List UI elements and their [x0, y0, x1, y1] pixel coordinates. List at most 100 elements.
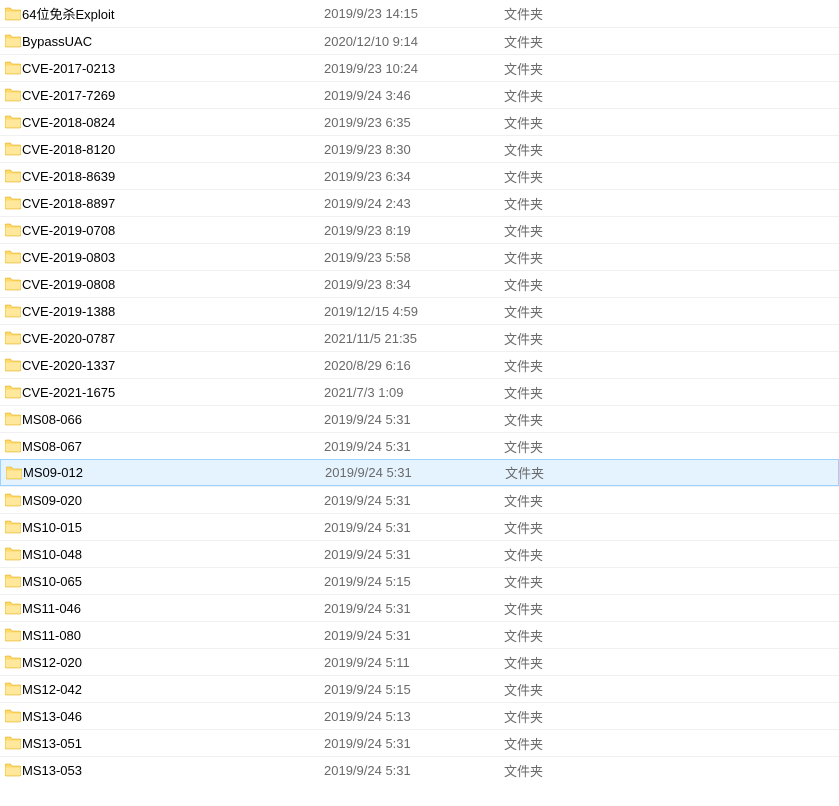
file-type: 文件夹: [504, 545, 684, 564]
file-icon-cell: [0, 169, 22, 183]
file-row[interactable]: MS09-0122019/9/24 5:31文件夹: [0, 459, 839, 486]
file-row[interactable]: BypassUAC2020/12/10 9:14文件夹: [0, 27, 839, 54]
file-date: 2019/9/23 8:30: [324, 142, 504, 157]
file-date: 2020/8/29 6:16: [324, 358, 504, 373]
file-icon-cell: [0, 763, 22, 777]
file-icon-cell: [0, 601, 22, 615]
file-name: MS11-080: [22, 628, 324, 643]
file-row[interactable]: MS13-0462019/9/24 5:13文件夹: [0, 702, 839, 729]
file-row[interactable]: CVE-2017-72692019/9/24 3:46文件夹: [0, 81, 839, 108]
file-name: CVE-2019-0708: [22, 223, 324, 238]
file-row[interactable]: 64位免杀Exploit2019/9/23 14:15文件夹: [0, 0, 839, 27]
file-icon-cell: [0, 574, 22, 588]
folder-icon: [5, 277, 21, 291]
file-icon-cell: [0, 331, 22, 345]
file-type: 文件夹: [504, 59, 684, 78]
file-date: 2019/9/24 5:31: [325, 465, 505, 480]
file-name: CVE-2019-1388: [22, 304, 324, 319]
file-row[interactable]: MS10-0482019/9/24 5:31文件夹: [0, 540, 839, 567]
file-row[interactable]: CVE-2018-08242019/9/23 6:35文件夹: [0, 108, 839, 135]
file-row[interactable]: MS12-0422019/9/24 5:15文件夹: [0, 675, 839, 702]
file-name: CVE-2021-1675: [22, 385, 324, 400]
file-name: CVE-2018-8897: [22, 196, 324, 211]
file-name: CVE-2017-0213: [22, 61, 324, 76]
file-icon-cell: [0, 223, 22, 237]
file-icon-cell: [0, 520, 22, 534]
folder-icon: [5, 574, 21, 588]
folder-icon: [5, 655, 21, 669]
file-name: MS08-067: [22, 439, 324, 454]
folder-icon: [5, 358, 21, 372]
file-row[interactable]: MS11-0462019/9/24 5:31文件夹: [0, 594, 839, 621]
file-date: 2019/9/24 5:31: [324, 763, 504, 778]
file-date: 2019/9/24 5:11: [324, 655, 504, 670]
file-date: 2021/7/3 1:09: [324, 385, 504, 400]
file-row[interactable]: MS10-0652019/9/24 5:15文件夹: [0, 567, 839, 594]
file-name: CVE-2019-0803: [22, 250, 324, 265]
file-type: 文件夹: [504, 572, 684, 591]
file-date: 2019/9/24 5:31: [324, 547, 504, 562]
file-icon-cell: [0, 385, 22, 399]
file-row[interactable]: MS12-0202019/9/24 5:11文件夹: [0, 648, 839, 675]
file-date: 2021/11/5 21:35: [324, 331, 504, 346]
file-name: MS08-066: [22, 412, 324, 427]
folder-icon: [5, 61, 21, 75]
file-type: 文件夹: [505, 463, 685, 482]
file-row[interactable]: CVE-2018-88972019/9/24 2:43文件夹: [0, 189, 839, 216]
file-row[interactable]: CVE-2019-08082019/9/23 8:34文件夹: [0, 270, 839, 297]
file-date: 2019/9/23 8:19: [324, 223, 504, 238]
file-icon-cell: [0, 34, 22, 48]
file-row[interactable]: CVE-2019-13882019/12/15 4:59文件夹: [0, 297, 839, 324]
file-date: 2019/9/24 5:31: [324, 412, 504, 427]
file-icon-cell: [0, 493, 22, 507]
file-row[interactable]: MS10-0152019/9/24 5:31文件夹: [0, 513, 839, 540]
file-icon-cell: [0, 682, 22, 696]
file-type: 文件夹: [504, 761, 684, 780]
file-type: 文件夹: [504, 518, 684, 537]
file-type: 文件夹: [504, 194, 684, 213]
file-row[interactable]: CVE-2017-02132019/9/23 10:24文件夹: [0, 54, 839, 81]
file-icon-cell: [0, 115, 22, 129]
file-row[interactable]: MS13-0532019/9/24 5:31文件夹: [0, 756, 839, 783]
folder-icon: [6, 466, 22, 480]
file-icon-cell: [0, 412, 22, 426]
folder-icon: [5, 736, 21, 750]
folder-icon: [5, 169, 21, 183]
file-type: 文件夹: [504, 275, 684, 294]
file-name: MS10-048: [22, 547, 324, 562]
file-row[interactable]: CVE-2019-08032019/9/23 5:58文件夹: [0, 243, 839, 270]
file-icon-cell: [0, 709, 22, 723]
file-type: 文件夹: [504, 410, 684, 429]
file-name: MS13-051: [22, 736, 324, 751]
file-row[interactable]: CVE-2018-86392019/9/23 6:34文件夹: [0, 162, 839, 189]
file-row[interactable]: MS13-0512019/9/24 5:31文件夹: [0, 729, 839, 756]
file-row[interactable]: MS09-0202019/9/24 5:31文件夹: [0, 486, 839, 513]
file-date: 2019/9/23 6:35: [324, 115, 504, 130]
file-date: 2019/9/24 5:31: [324, 601, 504, 616]
file-icon-cell: [0, 61, 22, 75]
file-icon-cell: [0, 304, 22, 318]
file-icon-cell: [0, 439, 22, 453]
file-date: 2019/9/24 5:15: [324, 574, 504, 589]
file-name: CVE-2017-7269: [22, 88, 324, 103]
file-icon-cell: [0, 142, 22, 156]
file-date: 2019/9/24 5:13: [324, 709, 504, 724]
file-date: 2019/9/24 3:46: [324, 88, 504, 103]
file-type: 文件夹: [504, 491, 684, 510]
file-row[interactable]: CVE-2019-07082019/9/23 8:19文件夹: [0, 216, 839, 243]
file-icon-cell: [0, 277, 22, 291]
folder-icon: [5, 223, 21, 237]
file-row[interactable]: CVE-2021-16752021/7/3 1:09文件夹: [0, 378, 839, 405]
file-row[interactable]: CVE-2018-81202019/9/23 8:30文件夹: [0, 135, 839, 162]
file-date: 2019/9/24 2:43: [324, 196, 504, 211]
file-row[interactable]: MS11-0802019/9/24 5:31文件夹: [0, 621, 839, 648]
file-type: 文件夹: [504, 32, 684, 51]
file-row[interactable]: CVE-2020-07872021/11/5 21:35文件夹: [0, 324, 839, 351]
folder-icon: [5, 115, 21, 129]
file-date: 2019/9/23 8:34: [324, 277, 504, 292]
folder-icon: [5, 88, 21, 102]
file-row[interactable]: CVE-2020-13372020/8/29 6:16文件夹: [0, 351, 839, 378]
file-row[interactable]: MS08-0672019/9/24 5:31文件夹: [0, 432, 839, 459]
file-row[interactable]: MS08-0662019/9/24 5:31文件夹: [0, 405, 839, 432]
folder-icon: [5, 628, 21, 642]
